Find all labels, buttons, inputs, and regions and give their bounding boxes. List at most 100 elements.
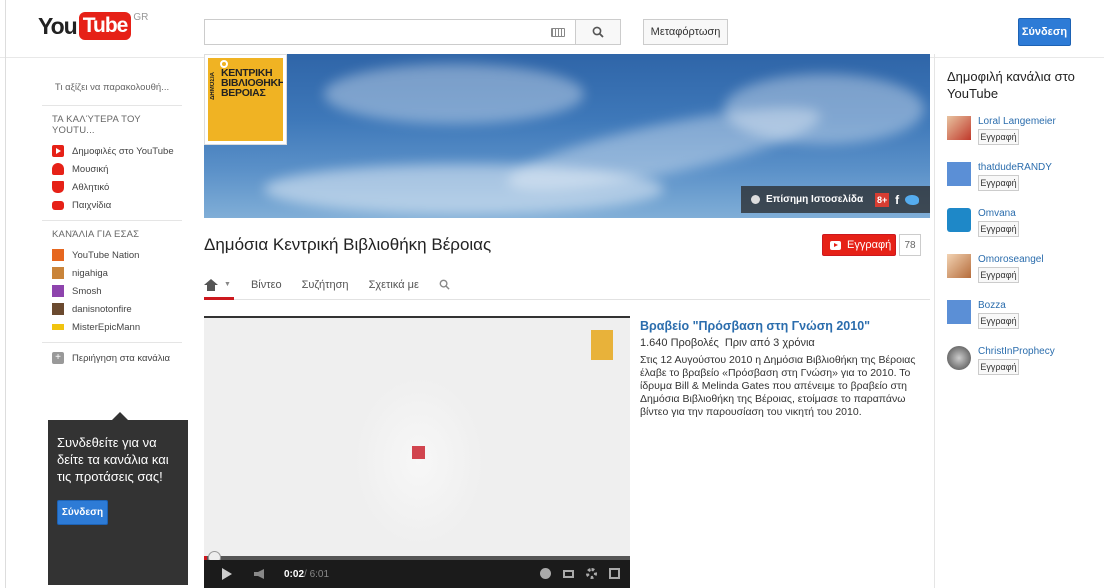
time-display: 0:02/ 6:01 [284,569,329,580]
sidebar-item-label: Παιχνίδια [72,199,112,211]
channel-avatar[interactable] [947,346,971,370]
channel-name-link[interactable]: Omvana [978,208,1016,219]
channel-avatar[interactable] [947,116,971,140]
sidebar-channel-item[interactable]: danisnotonfire [42,300,182,318]
channel-name-link[interactable]: Bozza [978,300,1006,311]
subscribe-button[interactable]: Εγγραφή [978,313,1019,329]
sidebar-item-label: Smosh [72,285,102,297]
video-watermark [591,330,613,360]
best-of-heading[interactable]: ΤΑ ΚΑΛΎΤΕΡΑ ΤΟΥ YOUTU... [52,114,182,136]
video-frame [354,376,484,546]
player-right-controls [540,568,620,579]
channel-avatar [52,285,64,297]
play-icon[interactable] [222,568,232,580]
channel-name-link[interactable]: ChristInProphecy [978,346,1055,357]
search-button[interactable] [575,19,621,45]
sidebar-item-label: Αθλητικό [72,181,110,193]
sidebar-item-label: danisnotonfire [72,303,132,315]
google-plus-icon[interactable]: 8+ [875,192,890,207]
channel-avatar [52,267,64,279]
volume-icon[interactable] [254,569,264,579]
captions-icon[interactable] [563,569,574,578]
logo-region-label: GR [133,12,149,23]
logo-line: ΒΕΡΟΙΑΣ [221,87,266,99]
video-description: Στις 12 Αυγούστου 2010 η Δημόσια Βιβλιοθ… [640,354,916,418]
channel-name-link[interactable]: thatdudeRANDY [978,162,1052,173]
plus-icon: + [52,352,64,364]
channel-tabs: ▼ Βίντεο Συζήτηση Σχετικά με [204,270,930,300]
sidebar-item-music[interactable]: Μουσική [42,160,182,178]
sidebar-item-label: MisterEpicMann [72,321,141,333]
active-tab-indicator [204,297,234,300]
upload-age: Πριν από 3 χρόνια [724,337,815,349]
sidebar-item-label: Δημοφιλές στο YouTube [72,145,174,157]
search-input[interactable] [204,19,576,45]
tab-about[interactable]: Σχετικά με [369,279,419,291]
channel-logo-image: ΔΗΜΟΣΙΑ ΚΕΝΤΡΙΚΗ ΒΙΒΛΙΟΘΗΚΗ ΒΕΡΟΙΑΣ [208,58,283,141]
duration: / 6:01 [304,568,330,580]
channel-avatar [52,303,64,315]
window-edge [0,0,6,588]
twitter-icon[interactable] [905,194,920,205]
sidebar-item-sports[interactable]: Αθλητικό [42,178,182,196]
sidebar-item-popular[interactable]: Δημοφιλές στο YouTube [42,142,182,160]
banner-cloud [264,164,664,214]
fullscreen-icon[interactable] [609,568,620,579]
tab-discussion[interactable]: Συζήτηση [302,279,349,291]
subscribe-button[interactable]: Εγγραφή [978,267,1019,283]
sidebar-divider [42,220,182,221]
channel-avatar [52,249,64,261]
sidebar-channel-item[interactable]: MisterEpicMann [42,318,182,336]
logo-side-text: ΔΗΜΟΣΙΑ [210,72,216,100]
facebook-icon[interactable]: f [895,193,899,207]
whats-on-link[interactable]: Τι αξίζει να παρακολουθή... [42,58,182,106]
popular-channels-panel: Δημοφιλή κανάλια στο YouTube Loral Lange… [934,54,1104,588]
browse-channels-link[interactable]: + Περιήγηση στα κανάλια [42,349,182,367]
channels-for-you-heading: ΚΑΝΆΛΙΑ ΓΙΑ ΕΣΑΣ [52,229,140,240]
youtube-logo[interactable]: You Tube GR [38,12,148,40]
signin-button[interactable]: Σύνδεση [1018,18,1071,46]
channel-name-link[interactable]: Loral Langemeier [978,116,1056,127]
promo-signin-button[interactable]: Σύνδεση [57,500,108,525]
current-time: 0:02 [284,568,305,580]
sidebar-channel-item[interactable]: YouTube Nation [42,246,182,264]
channel-suggestion: thatdudeRANDY Εγγραφή [947,162,1097,202]
sidebar-channel-item[interactable]: nigahiga [42,264,182,282]
banner-cloud [324,64,584,124]
player-controls: 0:02/ 6:01 [204,560,630,588]
sidebar-channel-item[interactable]: Smosh [42,282,182,300]
channel-suggestion: Omoroseangel Εγγραφή [947,254,1097,294]
upload-button[interactable]: Μεταφόρτωση [643,19,728,45]
keyboard-icon[interactable] [551,28,565,37]
video-title-link[interactable]: Βραβείο "Πρόσβαση στη Γνώση 2010" [640,319,870,333]
channel-logo[interactable]: ΔΗΜΟΣΙΑ ΚΕΝΤΡΙΚΗ ΒΙΒΛΙΟΘΗΚΗ ΒΕΡΟΙΑΣ [204,54,287,145]
channel-avatar[interactable] [947,208,971,232]
subscribe-button[interactable]: Εγγραφή [978,221,1019,237]
search-icon[interactable] [439,279,450,290]
view-count: 1.640 Προβολές [640,337,719,349]
channel-suggestion: Bozza Εγγραφή [947,300,1097,340]
globe-icon [751,195,760,204]
subscribe-button[interactable]: Εγγραφή [978,359,1019,375]
tab-home[interactable]: ▼ [204,278,231,291]
official-site-link[interactable]: Επίσημη Ιστοσελίδα [766,194,863,205]
tab-videos[interactable]: Βίντεο [251,279,282,291]
channel-name-link[interactable]: Omoroseangel [978,254,1044,265]
subscribe-button[interactable]: Εγγραφή [978,175,1019,191]
subscribe-button[interactable]: Εγγραφή [978,129,1019,145]
gear-icon[interactable] [586,568,597,579]
sidebar-item-gaming[interactable]: Παιχνίδια [42,196,182,214]
logo-text: ΚΕΝΤΡΙΚΗ ΒΙΒΛΙΟΘΗΚΗ ΒΕΡΟΙΑΣ [221,68,283,99]
annotations-icon[interactable] [540,568,551,579]
youtube-play-icon [830,240,841,250]
channel-avatar[interactable] [947,254,971,278]
gamepad-icon [52,200,64,210]
channel-title: Δημόσια Κεντρική Βιβλιοθήκη Βέροιας [204,235,492,254]
subscribe-button[interactable]: Εγγραφή [822,234,896,256]
player-border [204,316,630,318]
video-content-mark [412,446,425,459]
channel-avatar[interactable] [947,162,971,186]
channel-avatar[interactable] [947,300,971,324]
video-player[interactable]: 0:02/ 6:01 [204,316,630,588]
banner-links: Επίσημη Ιστοσελίδα 8+ f [741,186,930,213]
